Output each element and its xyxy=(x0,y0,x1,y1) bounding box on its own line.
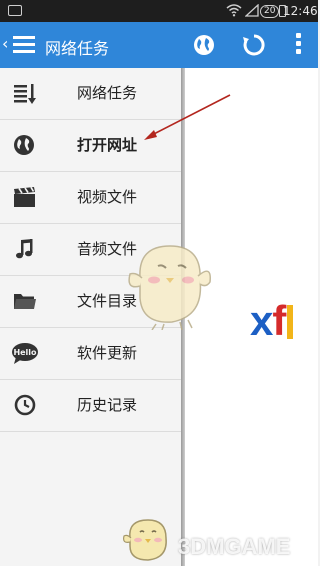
refresh-icon[interactable] xyxy=(241,32,267,58)
globe-icon xyxy=(14,135,34,155)
drawer-item-label: 视频文件 xyxy=(77,188,138,206)
clock-time: 12:46 xyxy=(283,4,318,18)
app-toolbar: ‹ 网络任务 xyxy=(0,22,318,68)
signal-icon xyxy=(245,4,259,17)
site-watermark: 3DMGAME xyxy=(178,534,291,559)
divider xyxy=(0,431,181,432)
image-notification-icon xyxy=(8,5,22,16)
drawer-item-software-update[interactable]: Hello 软件更新 xyxy=(0,328,181,379)
list-sort-icon xyxy=(14,84,36,104)
drawer-item-label: 网络任务 xyxy=(77,84,138,102)
drawer-item-label: 软件更新 xyxy=(77,344,138,362)
music-note-icon xyxy=(16,239,33,259)
notification-badge: 20 xyxy=(260,5,280,18)
folder-icon xyxy=(14,294,36,309)
mascot-watermark xyxy=(128,245,211,330)
hamburger-menu-icon[interactable] xyxy=(13,36,35,54)
annotation-arrow xyxy=(144,94,231,140)
hello-bubble-icon: Hello xyxy=(12,343,38,364)
clapperboard-icon xyxy=(14,186,35,207)
site-logo: xf xyxy=(250,297,294,345)
drawer-item-video-files[interactable]: 视频文件 xyxy=(0,172,181,223)
clock-icon xyxy=(14,394,36,416)
svg-text:Hello: Hello xyxy=(13,348,37,357)
3dm-logo-mascot-icon xyxy=(123,519,167,561)
drawer-item-label: 历史记录 xyxy=(77,396,138,414)
drawer-item-label: 打开网址 xyxy=(77,136,138,154)
status-bar: 20 12:46 xyxy=(0,0,318,22)
wifi-icon xyxy=(226,4,242,17)
globe-button-icon[interactable] xyxy=(191,32,217,58)
back-chevron-icon[interactable]: ‹ xyxy=(2,34,8,53)
toolbar-title: 网络任务 xyxy=(45,39,110,58)
drawer-item-history[interactable]: 历史记录 xyxy=(0,380,181,431)
more-options-icon[interactable] xyxy=(296,33,304,57)
